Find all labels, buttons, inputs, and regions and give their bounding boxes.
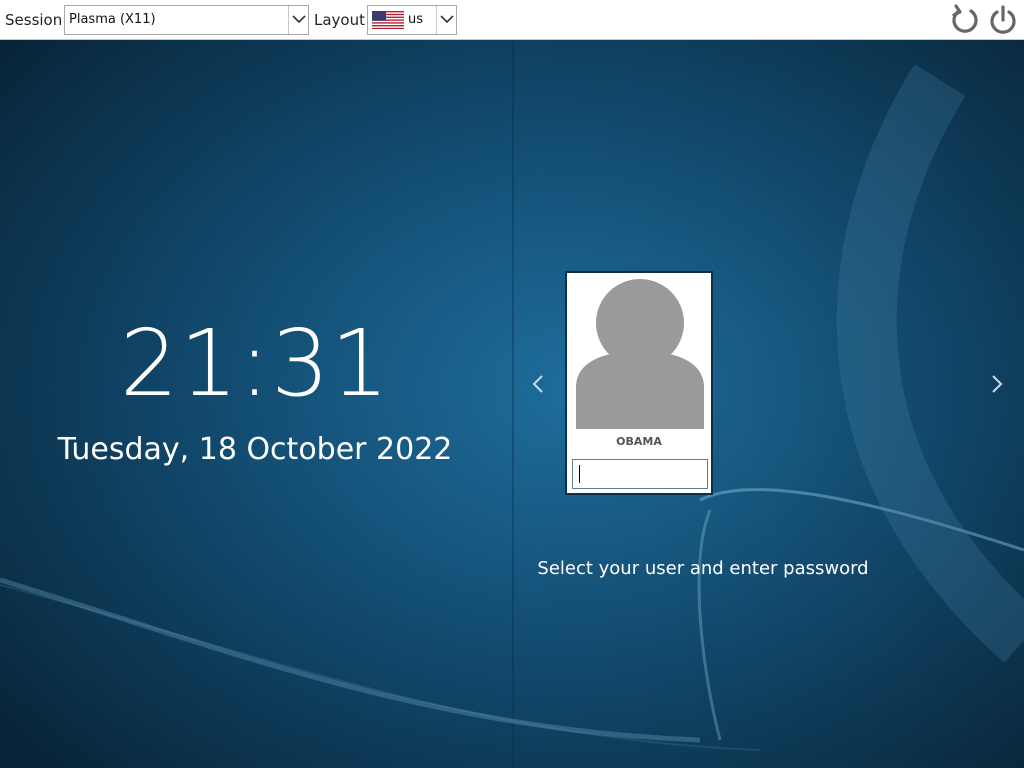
- clock-time: 21:31: [119, 310, 391, 417]
- reboot-icon[interactable]: [949, 4, 981, 36]
- clock-date: Tuesday, 18 October 2022: [57, 432, 453, 467]
- top-bar: Session Plasma (X11) Layout us: [0, 0, 1024, 40]
- previous-user-arrow-icon[interactable]: [528, 372, 548, 396]
- layout-label: Layout: [314, 11, 365, 29]
- layout-select[interactable]: us: [367, 5, 457, 35]
- login-hint: Select your user and enter password: [537, 558, 869, 579]
- user-card[interactable]: OBAMA: [565, 271, 713, 495]
- next-user-arrow-icon[interactable]: [987, 372, 1007, 396]
- user-avatar-icon: [576, 279, 704, 429]
- us-flag-icon: [372, 11, 404, 29]
- password-input[interactable]: [572, 459, 708, 489]
- chevron-down-icon[interactable]: [436, 6, 456, 34]
- chevron-down-icon[interactable]: [288, 6, 308, 34]
- power-icon[interactable]: [987, 4, 1019, 36]
- session-value: Plasma (X11): [69, 12, 156, 27]
- username-label: OBAMA: [616, 435, 662, 448]
- session-label: Session: [5, 11, 63, 29]
- session-select[interactable]: Plasma (X11): [64, 5, 309, 35]
- text-cursor: [579, 465, 580, 483]
- layout-value: us: [408, 12, 424, 27]
